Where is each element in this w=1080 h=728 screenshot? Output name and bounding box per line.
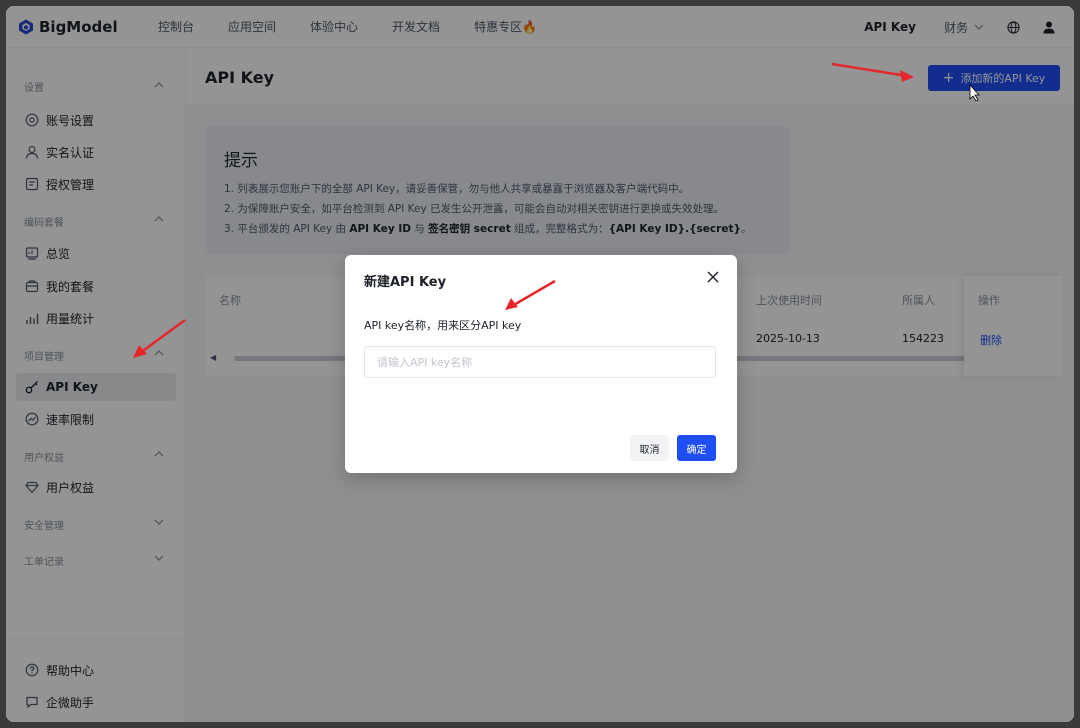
close-icon[interactable] bbox=[706, 270, 720, 284]
dialog-title: 新建API Key bbox=[364, 275, 447, 290]
cancel-button[interactable]: 取消 bbox=[630, 435, 669, 461]
api-key-name-input[interactable] bbox=[364, 346, 716, 378]
app-window: BigModel 控制台 应用空间 体验中心 开发文档 特惠专区🔥 API Ke… bbox=[6, 6, 1074, 722]
confirm-button[interactable]: 确定 bbox=[677, 435, 716, 461]
new-api-key-dialog: 新建API Key API key名称，用来区分API key 取消 确定 bbox=[345, 255, 737, 473]
api-key-name-label: API key名称，用来区分API key bbox=[364, 319, 522, 332]
